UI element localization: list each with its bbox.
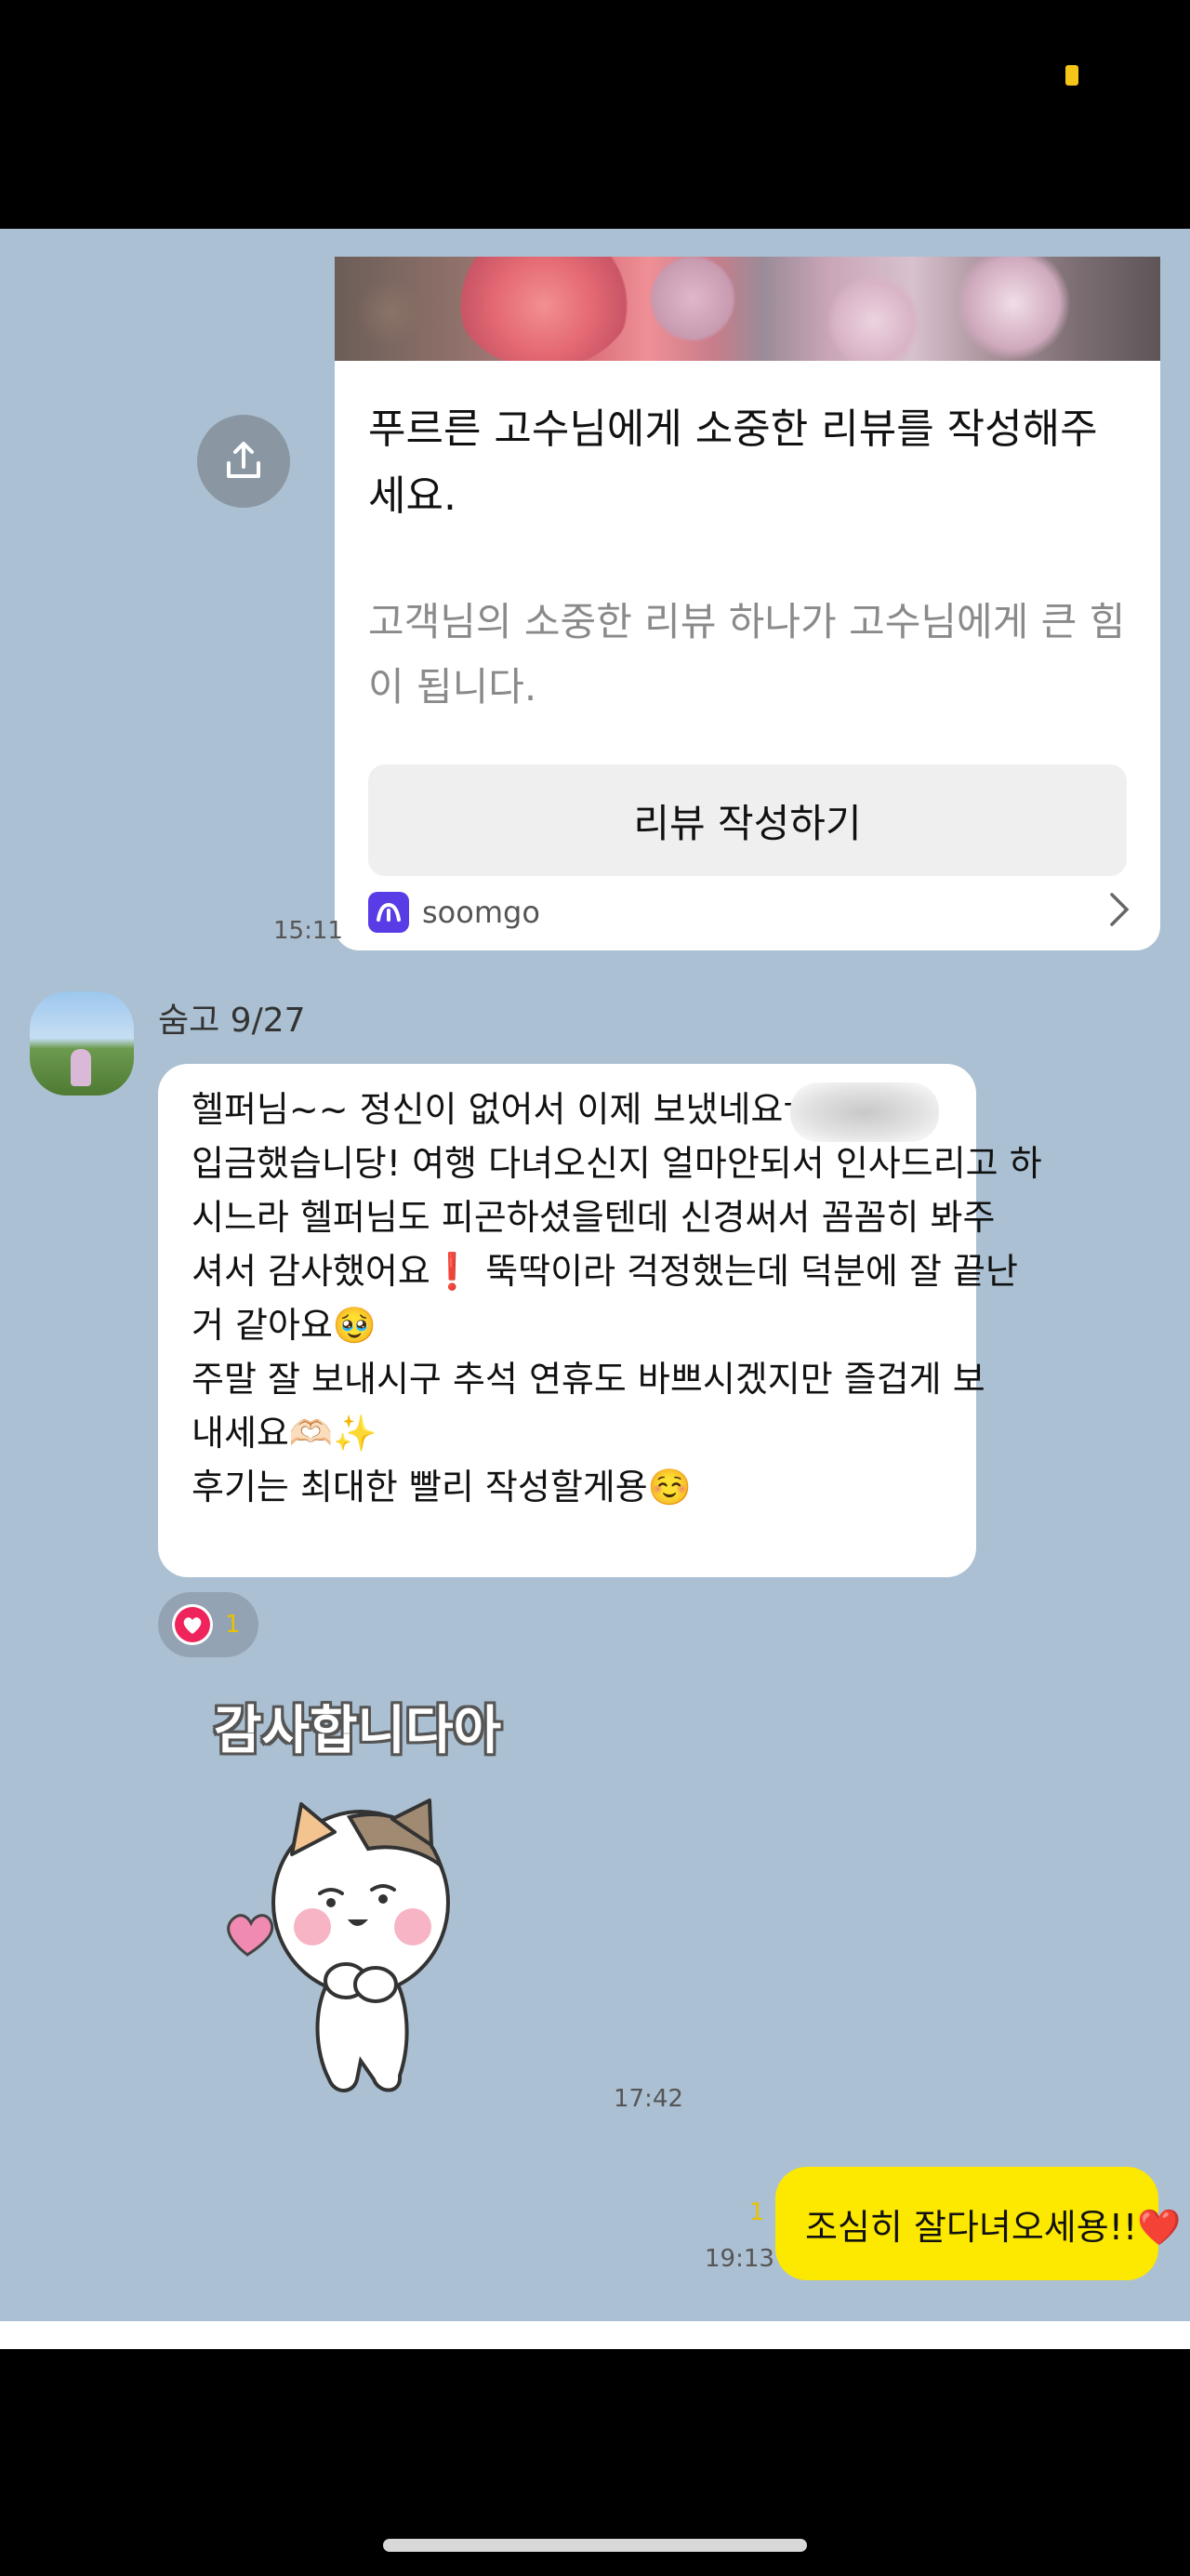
soomgo-logo-icon — [368, 892, 409, 933]
sent-message-bubble[interactable]: 조심히 잘다녀오세용!!❤️ — [775, 2167, 1182, 2280]
brand-name: soomgo — [422, 895, 540, 930]
home-indicator[interactable] — [383, 2539, 807, 2552]
message-time: 17:42 — [614, 2085, 683, 2113]
message-line: 셔서 감사했어요❗ 뚝딱이라 걱정했는데 덕분에 잘 끝난 — [192, 1251, 1018, 1292]
message-line: 거 같아요🥹 — [192, 1305, 377, 1346]
card-footer[interactable]: soomgo — [368, 889, 1130, 936]
card-description: 고객님의 소중한 리뷰 하나가 고수님에게 큰 힘이 됩니다. — [368, 599, 1126, 710]
share-icon — [227, 442, 260, 478]
heart-icon — [172, 1604, 213, 1645]
blurred-text — [790, 1082, 939, 1142]
status-bar — [0, 0, 1190, 229]
bottom-bar — [0, 2321, 1190, 2576]
message-line: 시느라 헬퍼님도 피곤하셨을텐데 신경써서 꼼꼼히 봐주 — [192, 1197, 996, 1238]
write-review-button[interactable]: 리뷰 작성하기 — [368, 764, 1127, 876]
message-line: 후기는 최대한 빨리 작성할게용☺️ — [192, 1467, 693, 1507]
chat-area[interactable]: 푸르른 고수님에게 소중한 리뷰를 작성해주세요. 고객님의 소중한 리뷰 하나… — [0, 229, 1190, 2321]
reaction-count: 1 — [225, 1611, 241, 1639]
avatar[interactable] — [30, 991, 134, 1095]
message-time: 15:11 — [273, 917, 343, 945]
message-bubble[interactable]: 헬퍼님~~ 정신이 없어서 이제 보냈네요ㅠㅠ 입금했습니당! 여행 다녀오신지… — [158, 1064, 1042, 1577]
sender-name: 숨고 9/27 — [158, 1002, 306, 1040]
message-line: 내세요🫶🏻✨ — [192, 1413, 377, 1454]
review-request-card[interactable]: 푸르른 고수님에게 소중한 리뷰를 작성해주세요. 고객님의 소중한 리뷰 하나… — [335, 257, 1160, 950]
message-line: 입금했습니당! 여행 다녀오신지 얼마안되서 인사드리고 하 — [192, 1143, 1042, 1184]
privacy-indicator-icon — [1065, 65, 1078, 86]
flower-image — [335, 257, 1160, 361]
sticker-caption: 감사합니다아 — [214, 1701, 502, 1761]
cat-sticker[interactable] — [210, 1763, 489, 2117]
reaction-badge[interactable]: 1 — [158, 1592, 258, 1657]
share-button[interactable] — [197, 415, 290, 508]
sent-message-text: 조심히 잘다녀오세용!!❤️ — [805, 2206, 1182, 2248]
input-bar-edge — [0, 2321, 1190, 2349]
card-title: 푸르른 고수님에게 소중한 리뷰를 작성해주세요. — [368, 405, 1098, 520]
chevron-right-icon[interactable] — [1108, 891, 1130, 937]
message-line: 주말 잘 보내시구 추석 연휴도 바쁘시겠지만 즐겁게 보 — [192, 1359, 985, 1400]
unread-count: 1 — [749, 2198, 765, 2226]
message-time: 19:13 — [705, 2245, 774, 2273]
